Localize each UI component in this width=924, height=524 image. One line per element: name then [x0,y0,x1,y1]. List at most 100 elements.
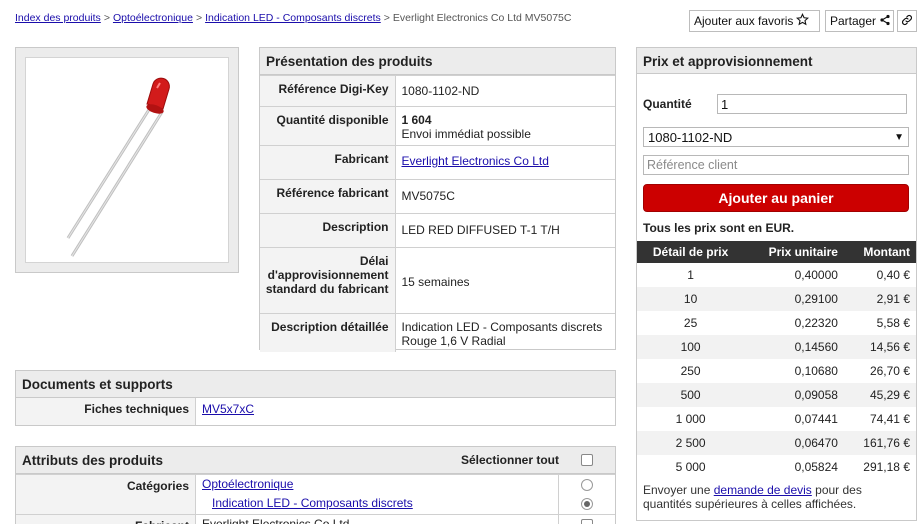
table-row: Fabricant Everlight Electronics Co Ltd [16,514,615,524]
select-all-checkbox[interactable] [581,454,593,466]
manufacturer-link[interactable]: Everlight Electronics Co Ltd [402,154,549,168]
breadcrumb-product-index[interactable]: Index des produits [15,12,101,24]
table-row: Description LED RED DIFFUSED T-1 T/H [260,213,615,248]
table-row: Délai d'approvisionnement standard du fa… [260,247,615,314]
pricing-title: Prix et approvisionnement [637,48,916,74]
quantity-available-value: 1 604 [401,113,432,127]
quantity-available-label: Quantité disponible [260,106,396,146]
table-row: Catégories Optoélectronique Indication L… [16,474,615,514]
unit-price: 0,40000 [794,268,838,282]
breadcrumb: Index des produits > Optoélectronique > Indi… [15,12,571,24]
table-row: Quantité disponible 1 604 Envoi immédiat… [260,106,615,146]
table-row: Description détaillée Indication LED - C… [260,313,615,352]
amount: 0,40 € [876,268,910,282]
documents-title: Documents et supports [16,371,615,398]
table-row: 2 500 0,06470 161,76 € [637,431,916,455]
quantity-input[interactable] [717,94,907,114]
quantity-label: Quantité [643,97,692,111]
dropdown-arrow-icon: ▼ [894,131,904,143]
table-row: Référence fabricant MV5075C [260,179,615,214]
part-number-select[interactable]: 1080-1102-ND ▼ [643,127,909,147]
unit-price: 0,22320 [794,316,838,330]
breadcrumb-separator: > [103,12,110,24]
product-overview-title: Présentation des produits [260,48,615,75]
price-break-qty: 1 000 [675,412,706,426]
category-radio-optoelectronics[interactable] [581,479,593,491]
price-break-header: Détail de prix [637,241,745,263]
unit-price: 0,05824 [794,460,838,474]
add-to-favorites-button[interactable]: Ajouter aux favoris [689,10,820,32]
attr-manufacturer-value: Everlight Electronics Co Ltd [196,515,559,524]
product-overview-panel: Présentation des produits Référence Digi… [259,47,616,352]
table-row: Référence Digi-Key 1080-1102-ND [260,75,615,107]
amount: 2,91 € [843,287,916,311]
detailed-description-label: Description détaillée [260,313,396,352]
attr-manufacturer-select [559,515,615,524]
product-attributes-panel: Attributs des produits Sélectionner tout… [15,446,616,524]
amount: 5,58 € [876,316,910,330]
share-button[interactable]: Partager [825,10,894,32]
attributes-title: Attributs des produits [22,453,163,468]
category-radio-led-indication[interactable] [581,498,593,510]
request-quote-link[interactable]: demande de devis [714,483,812,497]
link-icon [901,14,913,29]
quantity-row: Quantité [643,94,907,114]
price-break-qty: 5 000 [675,460,706,474]
copy-link-button[interactable] [897,10,917,32]
table-row: 10 0,29100 2,91 € [637,287,916,311]
pricing-panel: Prix et approvisionnement Quantité 1080-… [636,47,917,521]
amount: 74,41 € [869,412,910,426]
price-break-qty: 100 [637,335,745,359]
table-row: 25 0,22320 5,58 € [637,311,916,335]
digikey-ref-value: 1080-1102-ND [395,75,615,107]
amount: 26,70 € [869,364,910,378]
select-all-cell [559,454,615,466]
price-break-qty: 10 [637,287,745,311]
amount-header: Montant [843,241,916,263]
select-all: Sélectionner tout [461,453,615,467]
table-row: 1 0,40000 0,40 € [637,263,916,287]
breadcrumb-optoelectronics[interactable]: Optoélectronique [113,12,193,24]
part-number-selected: 1080-1102-ND [648,129,733,145]
quote-request-note: Envoyer une demande de devis pour des qu… [643,483,905,511]
customer-reference-input[interactable] [643,155,909,175]
price-break-qty: 25 [683,316,698,330]
digikey-ref-label: Référence Digi-Key [260,75,396,107]
shipping-status: Envoi immédiat possible [401,127,531,141]
product-overview-table: Référence Digi-Key 1080-1102-ND Quantité… [260,75,615,352]
lead-time-label: Délai d'approvisionnement standard du fa… [260,247,396,314]
unit-price: 0,29100 [744,287,844,311]
detailed-description-value: Indication LED - Composants discrets Rou… [395,313,615,352]
add-to-cart-button[interactable]: Ajouter au panier [643,184,909,212]
category-led-indication-link[interactable]: Indication LED - Composants discrets [212,496,413,510]
categories-cell: Optoélectronique Indication LED - Compos… [196,475,559,514]
table-row: 500 0,09058 45,29 € [637,383,916,407]
amount: 14,56 € [843,335,916,359]
amount: 161,76 € [843,431,916,455]
attr-manufacturer-label: Fabricant [16,515,196,524]
category-optoelectronics-link[interactable]: Optoélectronique [202,477,293,491]
breadcrumb-led-indication[interactable]: Indication LED - Composants discrets [205,12,381,24]
manufacturer-label: Fabricant [260,145,396,180]
table-row: Fabricant Everlight Electronics Co Ltd [260,145,615,180]
attr-manufacturer-checkbox[interactable] [581,519,593,524]
datasheets-label: Fiches techniques [16,398,196,425]
price-break-qty: 2 500 [637,431,745,455]
quote-note-prefix: Envoyer une [643,483,711,497]
breadcrumb-separator: > [195,12,203,24]
breadcrumb-current: Everlight Electronics Co Ltd MV5075C [392,12,572,24]
categories-label: Catégories [16,475,196,514]
unit-price: 0,10680 [794,364,838,378]
lead-time-value: 15 semaines [395,247,615,314]
currency-note: Tous les prix sont en EUR. [643,221,795,235]
product-image-panel [15,47,239,273]
select-all-label: Sélectionner tout [460,453,559,467]
manufacturer-ref-value: MV5075C [395,179,615,214]
share-icon [879,14,891,29]
star-icon [796,13,810,29]
datasheet-link[interactable]: MV5x7xC [202,402,254,416]
product-image[interactable] [25,57,229,263]
share-label: Partager [830,14,877,28]
table-row: 5 000 0,05824 291,18 € [637,455,916,479]
unit-price: 0,14560 [744,335,844,359]
